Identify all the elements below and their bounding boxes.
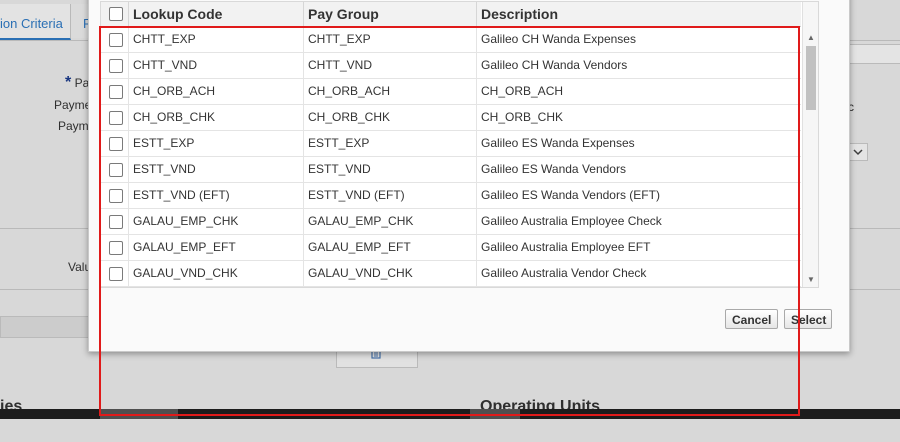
results-table: Lookup Code Pay Group Description CHTT_E…: [100, 1, 819, 288]
table-row[interactable]: CH_ORB_CHK CH_ORB_CHK CH_ORB_CHK: [101, 105, 801, 131]
row-select-cell: [101, 235, 129, 260]
scroll-down-icon[interactable]: ▼: [803, 274, 818, 286]
table-row[interactable]: ESTT_EXP ESTT_EXP Galileo ES Wanda Expense…: [101, 131, 801, 157]
row-checkbox[interactable]: [109, 33, 123, 47]
row-select-cell: [101, 183, 129, 208]
row-checkbox[interactable]: [109, 241, 123, 255]
description-cell: Galileo CH Wanda Expenses: [481, 32, 636, 46]
search-select-dialog: Lookup Code Pay Group Description CHTT_E…: [88, 0, 850, 352]
table-row[interactable]: CHTT_VND CHTT_VND Galileo CH Wanda Vendors: [101, 53, 801, 79]
scrollbar-thumb[interactable]: [806, 46, 816, 110]
row-checkbox[interactable]: [109, 215, 123, 229]
row-select-cell: [101, 157, 129, 182]
pay-group-cell: CHTT_EXP: [304, 27, 477, 52]
vertical-scrollbar[interactable]: ▲ ▼: [802, 2, 818, 287]
row-checkbox[interactable]: [109, 163, 123, 177]
lookup-code-cell: GALAU_EMP_EFT: [129, 235, 304, 260]
row-select-cell: [101, 209, 129, 234]
description-cell: Galileo ES Wanda Vendors (EFT): [481, 188, 660, 202]
description-cell: CH_ORB_CHK: [481, 110, 564, 124]
cancel-button[interactable]: Cancel: [725, 309, 778, 329]
table-row[interactable]: ESTT_VND (EFT) ESTT_VND (EFT) Galileo ES W…: [101, 183, 801, 209]
table-header: Lookup Code Pay Group Description: [101, 2, 801, 27]
table-row[interactable]: GALAU_VND_CHK GALAU_VND_CHK Galileo Austra…: [101, 261, 801, 287]
select-all-checkbox[interactable]: [109, 7, 123, 21]
pay-group-cell: CH_ORB_CHK: [304, 105, 477, 130]
pay-group-cell: ESTT_VND: [304, 157, 477, 182]
row-checkbox[interactable]: [109, 111, 123, 125]
description-cell: Galileo ES Wanda Expenses: [481, 136, 635, 150]
pay-group-cell: ESTT_VND (EFT): [304, 183, 477, 208]
scroll-up-icon[interactable]: ▲: [803, 32, 818, 44]
row-checkbox[interactable]: [109, 267, 123, 281]
table-row[interactable]: ESTT_VND ESTT_VND Galileo ES Wanda Vendors: [101, 157, 801, 183]
description-cell: Galileo Australia Employee Check: [481, 214, 662, 228]
pay-group-cell: GALAU_EMP_CHK: [304, 209, 477, 234]
table-row[interactable]: CHTT_EXP CHTT_EXP Galileo CH Wanda Expense…: [101, 27, 801, 53]
row-checkbox[interactable]: [109, 85, 123, 99]
pay-group-cell: CHTT_VND: [304, 53, 477, 78]
row-select-cell: [101, 261, 129, 286]
row-checkbox[interactable]: [109, 137, 123, 151]
row-select-cell: [101, 131, 129, 156]
row-checkbox[interactable]: [109, 59, 123, 73]
row-select-cell: [101, 53, 129, 78]
select-button[interactable]: Select: [784, 309, 832, 329]
column-header-pay-group[interactable]: Pay Group: [304, 2, 477, 26]
description-cell: Galileo CH Wanda Vendors: [481, 58, 628, 72]
row-select-cell: [101, 27, 129, 52]
lookup-code-cell: CHTT_VND: [129, 53, 304, 78]
select-all-cell: [101, 2, 129, 26]
lookup-code-cell: CH_ORB_CHK: [129, 105, 304, 130]
lookup-code-cell: CHTT_EXP: [129, 27, 304, 52]
lookup-code-cell: ESTT_VND: [129, 157, 304, 182]
lookup-code-cell: ESTT_VND (EFT): [129, 183, 304, 208]
lookup-code-cell: CH_ORB_ACH: [129, 79, 304, 104]
column-header-lookup-code[interactable]: Lookup Code: [129, 2, 304, 26]
pay-group-cell: CH_ORB_ACH: [304, 79, 477, 104]
table-row[interactable]: GALAU_EMP_EFT GALAU_EMP_EFT Galileo Austra…: [101, 235, 801, 261]
row-select-cell: [101, 79, 129, 104]
table-row[interactable]: CH_ORB_ACH CH_ORB_ACH CH_ORB_ACH: [101, 79, 801, 105]
row-checkbox[interactable]: [109, 189, 123, 203]
lookup-code-cell: GALAU_VND_CHK: [129, 261, 304, 286]
pay-group-cell: GALAU_EMP_EFT: [304, 235, 477, 260]
lookup-code-cell: GALAU_EMP_CHK: [129, 209, 304, 234]
description-cell: Galileo ES Wanda Vendors: [481, 162, 626, 176]
description-cell: CH_ORB_ACH: [481, 84, 564, 98]
column-header-description[interactable]: Description: [477, 2, 801, 26]
description-cell: Galileo Australia Vendor Check: [481, 266, 647, 280]
pay-group-cell: GALAU_VND_CHK: [304, 261, 477, 286]
description-cell: Galileo Australia Employee EFT: [481, 240, 651, 254]
table-row[interactable]: GALAU_EMP_CHK GALAU_EMP_CHK Galileo Austra…: [101, 209, 801, 235]
row-select-cell: [101, 105, 129, 130]
pay-group-cell: ESTT_EXP: [304, 131, 477, 156]
lookup-code-cell: ESTT_EXP: [129, 131, 304, 156]
